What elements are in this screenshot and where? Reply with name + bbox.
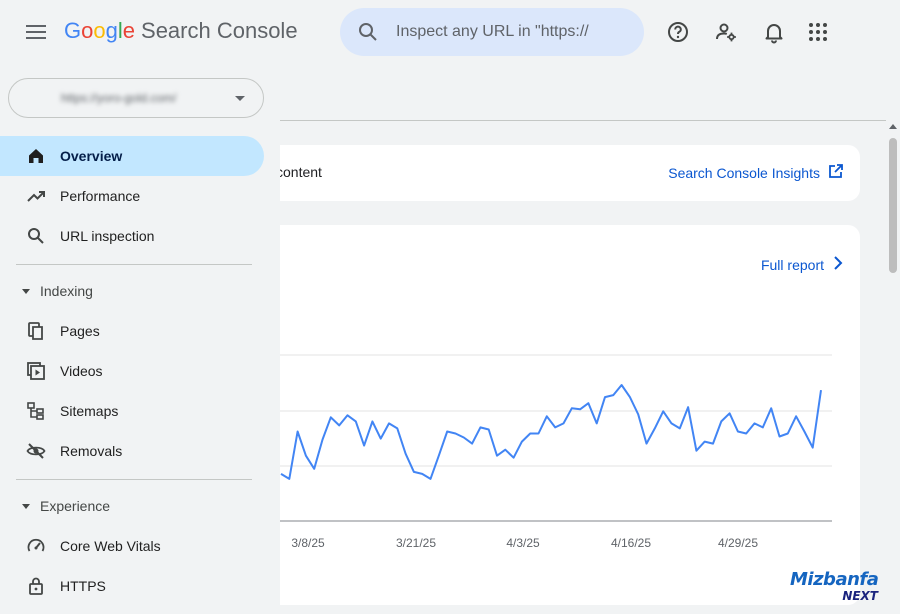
nav-item-label: Removals <box>60 443 123 459</box>
insights-link-label: Search Console Insights <box>668 164 820 181</box>
scrollbar[interactable] <box>886 120 900 614</box>
chevron-down-icon <box>235 96 245 101</box>
scrollbar-thumb[interactable] <box>889 138 897 273</box>
nav-item-overview[interactable]: Overview <box>0 136 264 176</box>
nav-item-label: Sitemaps <box>60 403 119 419</box>
divider <box>280 120 886 121</box>
watermark-logo: Mizbanfa NEXT <box>790 569 882 605</box>
scroll-up-arrow-icon[interactable] <box>889 124 897 129</box>
logo-letter: e <box>122 18 136 43</box>
watermark-subtext: NEXT <box>842 589 878 603</box>
logo-letter: o <box>93 18 106 43</box>
nav-item-label: Videos <box>60 363 103 379</box>
video-icon <box>26 361 46 381</box>
chart-gridlines <box>280 354 832 522</box>
nav-item-sitemaps[interactable]: Sitemaps <box>0 391 264 431</box>
nav-item-pages[interactable]: Pages <box>0 311 264 351</box>
property-url: https://yoro-gold.com/ <box>61 91 177 105</box>
menu-icon[interactable] <box>22 20 50 44</box>
performance-chart: 3/8/25 3/21/25 4/3/25 4/16/25 4/29/25 <box>280 354 832 550</box>
collapse-triangle-icon <box>22 504 30 509</box>
nav-item-label: HTTPS <box>60 578 106 594</box>
series-line <box>280 384 822 480</box>
notifications-icon[interactable] <box>762 20 786 44</box>
nav-item-label: Pages <box>60 323 100 339</box>
logo-letter: G <box>64 18 82 43</box>
nav-item-label: URL inspection <box>60 228 155 244</box>
logo-letter: o <box>81 18 94 43</box>
logo-letter: g <box>105 18 118 43</box>
top-app-bar: Google Search Console <box>0 0 900 64</box>
x-tick-label: 4/29/25 <box>718 536 758 550</box>
nav-item-url-inspection[interactable]: URL inspection <box>0 216 264 256</box>
lock-icon <box>26 576 46 596</box>
search-console-insights-link[interactable]: Search Console Insights <box>668 163 844 182</box>
manage-users-icon[interactable] <box>714 20 738 44</box>
property-selector[interactable]: https://yoro-gold.com/ <box>8 78 264 118</box>
speed-icon <box>26 536 46 556</box>
watermark-text: Mizbanfa <box>790 569 879 590</box>
x-tick-label: 3/21/25 <box>396 536 436 550</box>
section-label: Experience <box>40 498 111 514</box>
search-input[interactable] <box>396 20 632 44</box>
trending-up-icon <box>26 186 46 206</box>
nav-item-label: Performance <box>60 188 141 204</box>
search-icon[interactable] <box>356 20 380 44</box>
nav-item-https[interactable]: HTTPS <box>0 566 264 606</box>
pages-icon <box>26 321 46 341</box>
divider <box>16 479 252 480</box>
help-icon[interactable] <box>666 20 690 44</box>
visibility-off-icon <box>26 441 46 461</box>
search-console-logo[interactable]: Google Search Console <box>64 18 298 44</box>
section-experience[interactable]: Experience <box>0 486 264 526</box>
nav-item-core-web-vitals[interactable]: Core Web Vitals <box>0 526 264 566</box>
divider <box>16 264 252 265</box>
collapse-triangle-icon <box>22 289 30 294</box>
insights-card: content Search Console Insights <box>240 145 860 201</box>
nav-item-removals[interactable]: Removals <box>0 431 264 471</box>
nav-item-label: Overview <box>60 148 123 164</box>
product-name: Search Console <box>141 18 298 43</box>
apps-icon[interactable] <box>806 20 830 44</box>
section-label: Indexing <box>40 283 93 299</box>
performance-card: Full report 3/8/25 3/21/25 4/3/25 4/16/25 4/… <box>240 225 860 605</box>
nav-item-performance[interactable]: Performance <box>0 176 264 216</box>
search-icon <box>26 226 46 246</box>
x-tick-label: 4/3/25 <box>506 536 540 550</box>
url-inspection-search[interactable] <box>340 8 644 56</box>
nav-item-videos[interactable]: Videos <box>0 351 264 391</box>
insights-card-text: content <box>276 164 322 180</box>
chart-x-axis: 3/8/25 3/21/25 4/3/25 4/16/25 4/29/25 <box>291 536 758 550</box>
x-tick-label: 3/8/25 <box>291 536 325 550</box>
home-icon <box>26 146 46 166</box>
open-in-new-icon <box>828 163 844 182</box>
nav-item-label: Core Web Vitals <box>60 538 161 554</box>
x-tick-label: 4/16/25 <box>611 536 651 550</box>
section-indexing[interactable]: Indexing <box>0 271 264 311</box>
sidebar: https://yoro-gold.com/ Overview Performa… <box>0 64 280 614</box>
sitemap-icon <box>26 401 46 421</box>
